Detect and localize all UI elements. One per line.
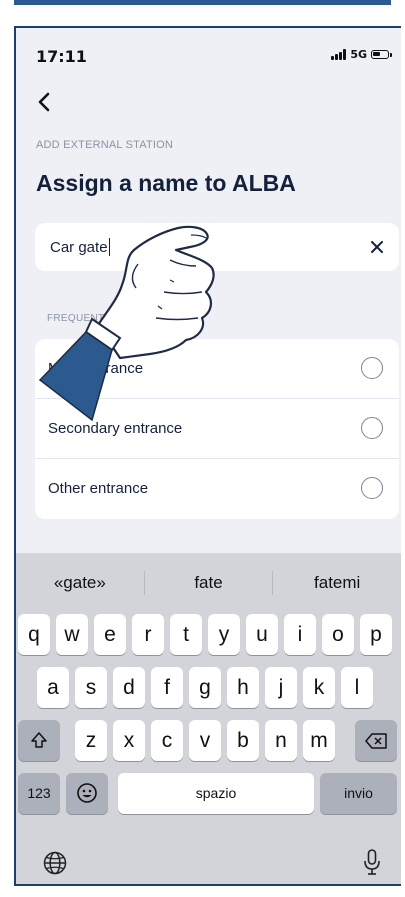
key-m[interactable]: m <box>303 720 335 761</box>
key-r[interactable]: r <box>132 614 164 655</box>
suggestion-1[interactable]: «gate» <box>16 573 144 593</box>
key-o[interactable]: o <box>322 614 354 655</box>
emoji-icon <box>77 783 97 803</box>
signal-icon <box>331 49 347 60</box>
station-name-field[interactable]: Car gate <box>35 223 399 271</box>
backspace-icon <box>365 733 387 749</box>
key-a[interactable]: a <box>37 667 69 708</box>
key-y[interactable]: y <box>208 614 240 655</box>
list-item-main-entrance[interactable]: Main entrance <box>35 339 399 399</box>
on-screen-keyboard: «gate» fate fatemi q w e r t y u i o p a… <box>16 553 401 884</box>
emoji-key[interactable] <box>66 773 108 814</box>
list-item-label: Main entrance <box>48 360 144 377</box>
list-item-label: Secondary entrance <box>48 420 183 437</box>
key-u[interactable]: u <box>246 614 278 655</box>
list-item-label: Other entrance <box>48 480 149 497</box>
key-f[interactable]: f <box>151 667 183 708</box>
key-w[interactable]: w <box>56 614 88 655</box>
shift-icon <box>31 732 47 748</box>
list-item-other-entrance[interactable]: Other entrance <box>35 459 399 519</box>
key-g[interactable]: g <box>189 667 221 708</box>
phone-screen: 17:11 5G ADD EXTERNAL STATION Assign a n… <box>14 26 401 886</box>
page-kicker: ADD EXTERNAL STATION <box>36 139 174 151</box>
suggestion-2[interactable]: fate <box>145 573 273 593</box>
suggestion-3[interactable]: fatemi <box>273 573 401 593</box>
list-item-secondary-entrance[interactable]: Secondary entrance <box>35 399 399 459</box>
shift-key[interactable] <box>18 720 60 761</box>
status-bar: 17:11 5G <box>16 44 401 68</box>
key-c[interactable]: c <box>151 720 183 761</box>
key-x[interactable]: x <box>113 720 145 761</box>
text-caret <box>108 238 111 256</box>
key-z[interactable]: z <box>75 720 107 761</box>
key-b[interactable]: b <box>227 720 259 761</box>
key-k[interactable]: k <box>303 667 335 708</box>
key-t[interactable]: t <box>170 614 202 655</box>
return-key[interactable]: invio <box>320 773 397 814</box>
key-n[interactable]: n <box>265 720 297 761</box>
frequent-section-label: FREQUENT <box>47 313 105 324</box>
backspace-key[interactable] <box>355 720 397 761</box>
key-v[interactable]: v <box>189 720 221 761</box>
page-title: Assign a name to ALBA <box>36 170 296 196</box>
status-time: 17:11 <box>36 47 87 66</box>
station-name-input[interactable]: Car gate <box>50 238 111 256</box>
network-type: 5G <box>350 48 367 61</box>
top-edge-bar <box>14 0 391 5</box>
numbers-key[interactable]: 123 <box>18 773 60 814</box>
microphone-icon[interactable] <box>362 848 382 878</box>
back-button[interactable] <box>34 88 56 116</box>
key-s[interactable]: s <box>75 667 107 708</box>
key-p[interactable]: p <box>360 614 392 655</box>
battery-icon <box>371 50 392 59</box>
suggestion-bar: «gate» fate fatemi <box>16 565 401 601</box>
key-i[interactable]: i <box>284 614 316 655</box>
status-indicators: 5G <box>331 48 392 61</box>
key-j[interactable]: j <box>265 667 297 708</box>
radio-button[interactable] <box>361 357 383 379</box>
key-q[interactable]: q <box>18 614 50 655</box>
chevron-left-icon <box>38 92 50 112</box>
space-key[interactable]: spazio <box>118 773 314 814</box>
frequent-names-list: Main entrance Secondary entrance Other e… <box>35 339 399 519</box>
station-name-value: Car gate <box>50 239 108 256</box>
key-h[interactable]: h <box>227 667 259 708</box>
key-d[interactable]: d <box>113 667 145 708</box>
key-e[interactable]: e <box>94 614 126 655</box>
clear-icon[interactable] <box>369 239 385 255</box>
radio-button[interactable] <box>361 417 383 439</box>
radio-button[interactable] <box>361 477 383 499</box>
key-l[interactable]: l <box>341 667 373 708</box>
globe-icon[interactable] <box>42 850 68 876</box>
